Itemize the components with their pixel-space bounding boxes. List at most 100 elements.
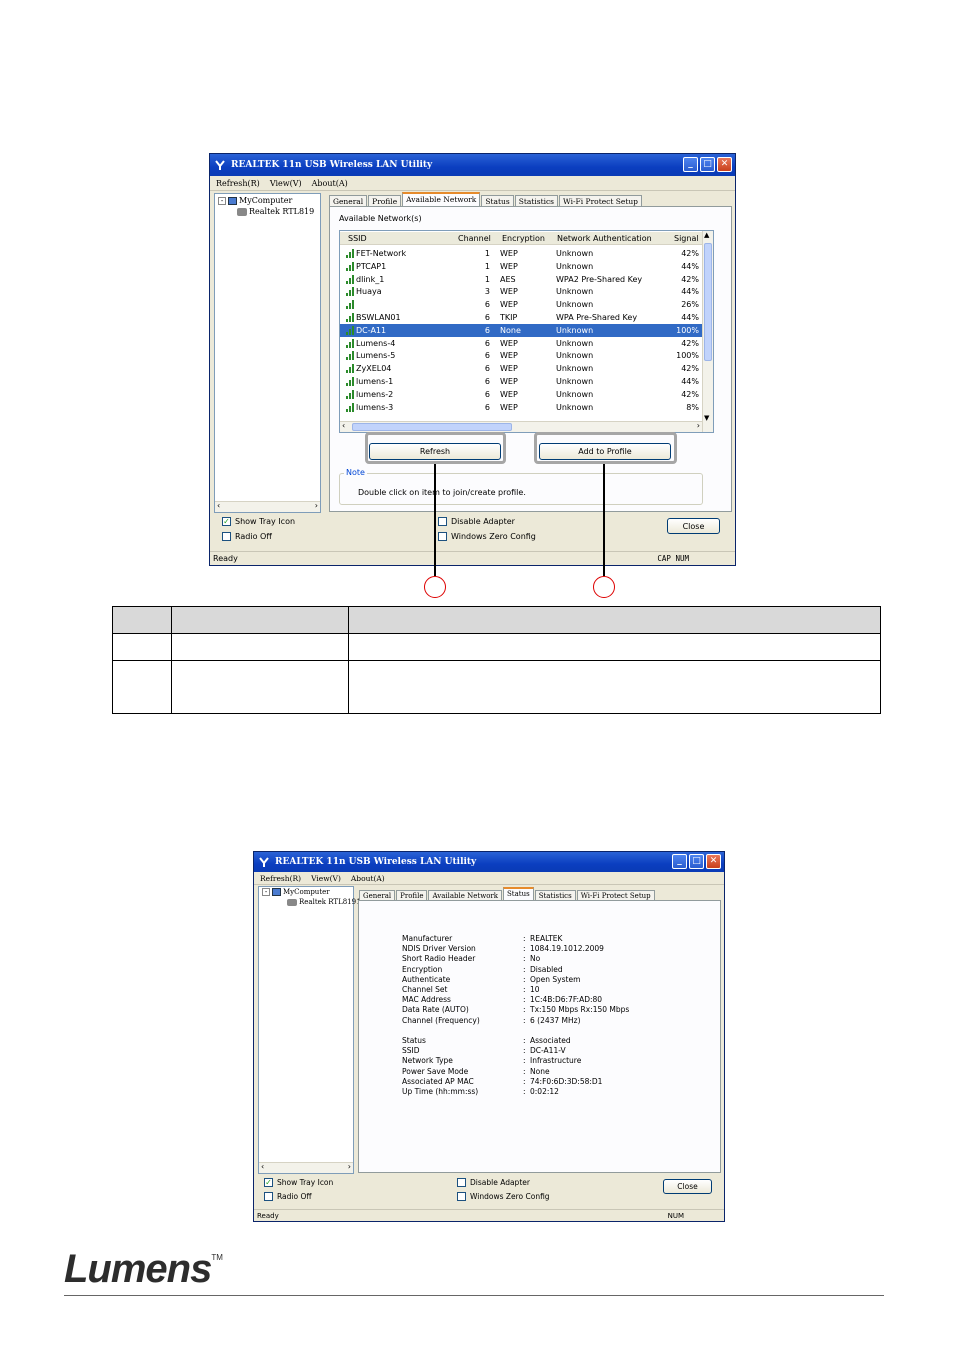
trademark: TM <box>211 1253 223 1262</box>
status-indicators: CAP NUM <box>657 554 689 563</box>
scroll-left-icon[interactable]: ‹ <box>261 1162 264 1171</box>
column-channel[interactable]: Channel <box>458 234 491 243</box>
scroll-thumb[interactable] <box>352 423 512 431</box>
scroll-right-icon[interactable]: › <box>348 1162 351 1171</box>
collapse-icon[interactable]: - <box>218 196 226 205</box>
menu-about[interactable]: About(A) <box>351 874 385 883</box>
cell-auth: Unknown <box>556 325 594 335</box>
network-row[interactable]: 6 WEP Unknown 26% <box>340 298 703 311</box>
column-encryption[interactable]: Encryption <box>502 234 545 243</box>
scroll-down-icon[interactable]: ▼ <box>704 414 709 422</box>
column-ssid[interactable]: SSID <box>348 234 367 243</box>
column-signal[interactable]: Signal <box>674 234 699 243</box>
network-row[interactable]: lumens-1 6 WEP Unknown 44% <box>340 375 703 388</box>
tree-node-adapter[interactable]: Realtek RTL819 <box>237 207 314 216</box>
cell-encryption: WEP <box>500 389 518 399</box>
window-titlebar[interactable]: REALTEK 11n USB Wireless LAN Utility _ □… <box>210 154 735 176</box>
network-row[interactable]: Huaya 3 WEP Unknown 44% <box>340 285 703 298</box>
info-value: REALTEK <box>530 934 563 943</box>
network-row[interactable]: DC-A11 6 None Unknown 100% <box>340 323 703 337</box>
column-network-authentication[interactable]: Network Authentication <box>557 234 652 243</box>
table-row <box>112 633 881 661</box>
network-list-header: SSID Channel Encryption Network Authenti… <box>340 232 713 245</box>
show-tray-icon-checkbox[interactable]: ✓ Show Tray Icon <box>264 1178 333 1187</box>
scroll-thumb[interactable] <box>704 243 712 361</box>
network-row[interactable]: lumens-3 6 WEP Unknown 8% <box>340 401 703 414</box>
disable-adapter-checkbox[interactable]: Disable Adapter <box>457 1178 530 1187</box>
network-list-horizontal-scrollbar[interactable]: ‹ › <box>340 421 702 432</box>
info-separator: : <box>523 1015 526 1025</box>
info-value: Infrastructure <box>530 1056 582 1066</box>
windows-zero-config-checkbox[interactable]: Windows Zero Config <box>457 1192 550 1201</box>
menu-refresh[interactable]: Refresh(R) <box>216 179 260 188</box>
radio-off-checkbox[interactable]: Radio Off <box>264 1192 312 1201</box>
scroll-up-icon[interactable]: ▲ <box>704 231 709 239</box>
network-row[interactable]: ZyXEL04 6 WEP Unknown 42% <box>340 362 703 375</box>
tab-status[interactable]: Status <box>503 887 534 901</box>
network-row[interactable]: Lumens-4 6 WEP Unknown 42% <box>340 337 703 350</box>
network-row[interactable]: lumens-2 6 WEP Unknown 42% <box>340 388 703 401</box>
network-row[interactable]: BSWLAN01 6 TKIP WPA Pre-Shared Key 44% <box>340 311 703 324</box>
wifi-signal-icon <box>346 287 354 297</box>
status-ready: Ready <box>213 554 238 563</box>
scroll-left-icon[interactable]: ‹ <box>217 501 220 510</box>
status-bar: Ready NUM <box>254 1209 724 1221</box>
network-row[interactable]: dlink_1 1 AES WPA2 Pre-Shared Key 42% <box>340 273 703 286</box>
tree-horizontal-scrollbar[interactable]: ‹ › <box>215 501 320 512</box>
cell-ssid: BSWLAN01 <box>356 313 401 322</box>
cell-ssid: lumens-2 <box>356 389 394 399</box>
show-tray-icon-checkbox[interactable]: ✓ Show Tray Icon <box>222 517 295 526</box>
network-row[interactable]: PTCAP1 1 WEP Unknown 44% <box>340 260 703 273</box>
network-list-vertical-scrollbar[interactable]: ▲ ▼ <box>702 231 713 432</box>
menu-refresh[interactable]: Refresh(R) <box>260 874 301 883</box>
cell-encryption: TKIP <box>500 313 518 322</box>
close-window-button[interactable]: ✕ <box>706 854 721 869</box>
info-label: Network Type <box>402 1056 453 1066</box>
scroll-right-icon[interactable]: › <box>697 421 700 430</box>
lumens-logo: LumensTM <box>64 1247 223 1291</box>
note-group: Note Double click on item to join/create… <box>339 468 703 505</box>
maximize-button[interactable]: □ <box>689 854 704 869</box>
collapse-icon[interactable]: - <box>262 888 270 896</box>
wifi-signal-icon <box>346 402 354 412</box>
cell-ssid: Huaya <box>356 287 382 297</box>
network-row[interactable]: FET-Network 1 WEP Unknown 42% <box>340 247 703 260</box>
cell-auth: Unknown <box>556 351 594 361</box>
radio-off-checkbox[interactable]: Radio Off <box>222 532 272 541</box>
tab-available-network[interactable]: Available Network <box>402 192 481 207</box>
tree-horizontal-scrollbar[interactable]: ‹ › <box>259 1162 353 1173</box>
cell-channel: 3 <box>484 287 490 297</box>
network-list[interactable]: SSID Channel Encryption Network Authenti… <box>339 230 714 433</box>
status-bar: Ready CAP NUM <box>210 551 735 565</box>
realtek-app-icon <box>258 856 270 868</box>
menu-about[interactable]: About(A) <box>312 179 348 188</box>
scroll-right-icon[interactable]: › <box>315 501 318 510</box>
menu-view[interactable]: View(V) <box>270 179 302 188</box>
network-row[interactable]: Lumens-5 6 WEP Unknown 100% <box>340 349 703 362</box>
close-button[interactable]: Close <box>667 518 720 534</box>
cell-ssid: Lumens-4 <box>356 338 396 348</box>
minimize-button[interactable]: _ <box>683 157 698 172</box>
maximize-button[interactable]: □ <box>700 157 715 172</box>
menu-view[interactable]: View(V) <box>311 874 341 883</box>
window-titlebar[interactable]: REALTEK 11n USB Wireless LAN Utility _ □… <box>254 852 724 872</box>
info-value: 74:F0:6D:3D:58:D1 <box>530 1076 603 1086</box>
tree-node-adapter[interactable]: Realtek RTL8191 <box>287 898 361 906</box>
tree-node-mycomputer[interactable]: - MyComputer <box>218 196 292 205</box>
close-window-button[interactable]: ✕ <box>717 157 732 172</box>
wifi-signal-icon <box>346 261 354 271</box>
cell-auth: Unknown <box>556 261 594 271</box>
available-network-panel: Available Network(s) SSID Channel Encryp… <box>329 206 732 512</box>
disable-adapter-checkbox[interactable]: Disable Adapter <box>438 517 515 526</box>
wireless-adapter-icon <box>237 207 247 216</box>
cell-channel: 6 <box>484 338 490 348</box>
tree-node-mycomputer[interactable]: - MyComputer <box>262 888 330 896</box>
scroll-left-icon[interactable]: ‹ <box>342 421 345 430</box>
wlan-utility-window-available-network: REALTEK 11n USB Wireless LAN Utility _ □… <box>209 153 736 566</box>
close-button[interactable]: Close <box>663 1179 712 1194</box>
realtek-app-icon <box>214 159 226 171</box>
windows-zero-config-checkbox[interactable]: Windows Zero Config <box>438 532 536 541</box>
info-label: Manufacturer <box>402 934 453 943</box>
cell-channel: 1 <box>484 261 490 271</box>
minimize-button[interactable]: _ <box>672 854 687 869</box>
